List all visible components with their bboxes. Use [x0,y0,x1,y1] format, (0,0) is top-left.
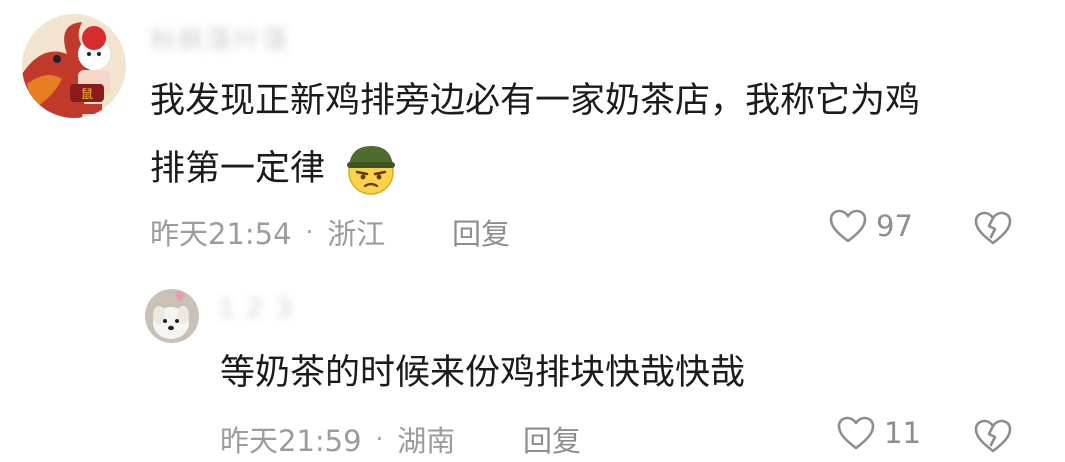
broken-heart-outline-icon [974,419,1012,453]
reply-button[interactable]: 回复 [523,418,581,460]
like-button[interactable]: 11 [836,415,921,451]
comment-username[interactable]: 秋枫落叶落 [150,20,290,57]
comment-time: 昨天21:54 [150,217,292,251]
comment-location: 浙江 [327,217,386,251]
reply-time: 昨天21:59 [220,424,362,458]
white-dog-avatar-icon [145,289,199,343]
reply-avatar[interactable] [145,289,199,343]
heart-outline-icon [829,209,867,243]
heart-outline-icon [837,416,875,450]
like-count: 11 [884,416,921,450]
reply-location: 湖南 [397,424,456,458]
reply-button[interactable]: 回复 [452,211,510,253]
reply-username[interactable]: 1 2 3 [218,294,294,324]
dislike-button[interactable] [973,210,1013,250]
reply-meta: 昨天21:59 · 湖南 [220,418,455,460]
svg-text:鼠: 鼠 [81,87,93,101]
meta-separator: · [375,425,384,453]
comment-avatar[interactable]: 鼠 [22,14,126,118]
dragon-avatar-icon: 鼠 [22,14,126,118]
like-button[interactable]: 97 [828,208,913,244]
comment-text-line1: 我发现正新鸡排旁边必有一家奶茶店，我称它为鸡 [150,81,921,121]
grimacing-soldier-emoji-icon [343,140,399,196]
comment-text-line2: 排第一定律 [150,149,326,189]
meta-separator: · [305,218,314,246]
comment-meta: 昨天21:54 · 浙江 [150,211,385,253]
dislike-button[interactable] [973,418,1013,458]
like-count: 97 [876,209,913,243]
broken-heart-outline-icon [974,211,1012,245]
reply-text: 等奶茶的时候来份鸡排块快哉快哉 [220,353,746,393]
